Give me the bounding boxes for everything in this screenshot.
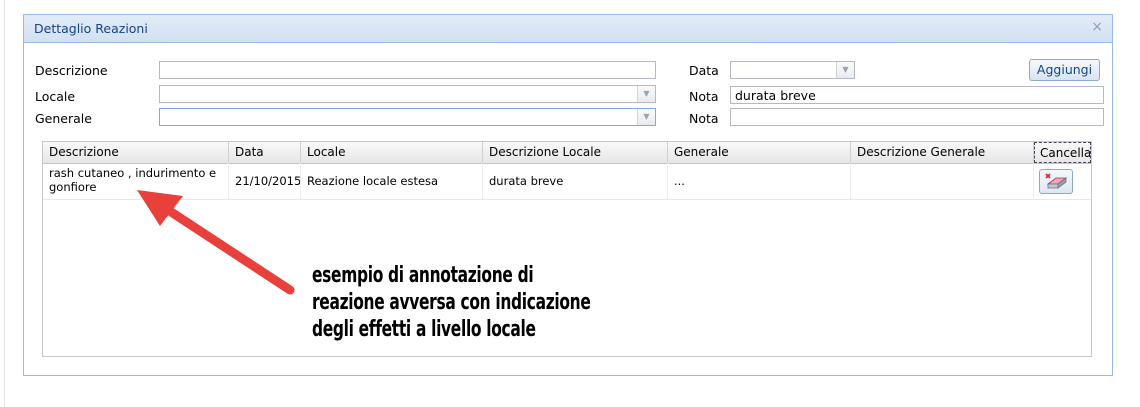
- annotation-arrow: [137, 190, 295, 295]
- annotation-line-3: degli effetti a livello locale: [312, 317, 536, 342]
- annotation-line-2: reazione avversa con indicazione: [312, 290, 591, 315]
- annotation-line-1: esempio di annotazione di: [312, 263, 534, 288]
- annotation-text: esempio di annotazione di reazione avver…: [312, 262, 593, 343]
